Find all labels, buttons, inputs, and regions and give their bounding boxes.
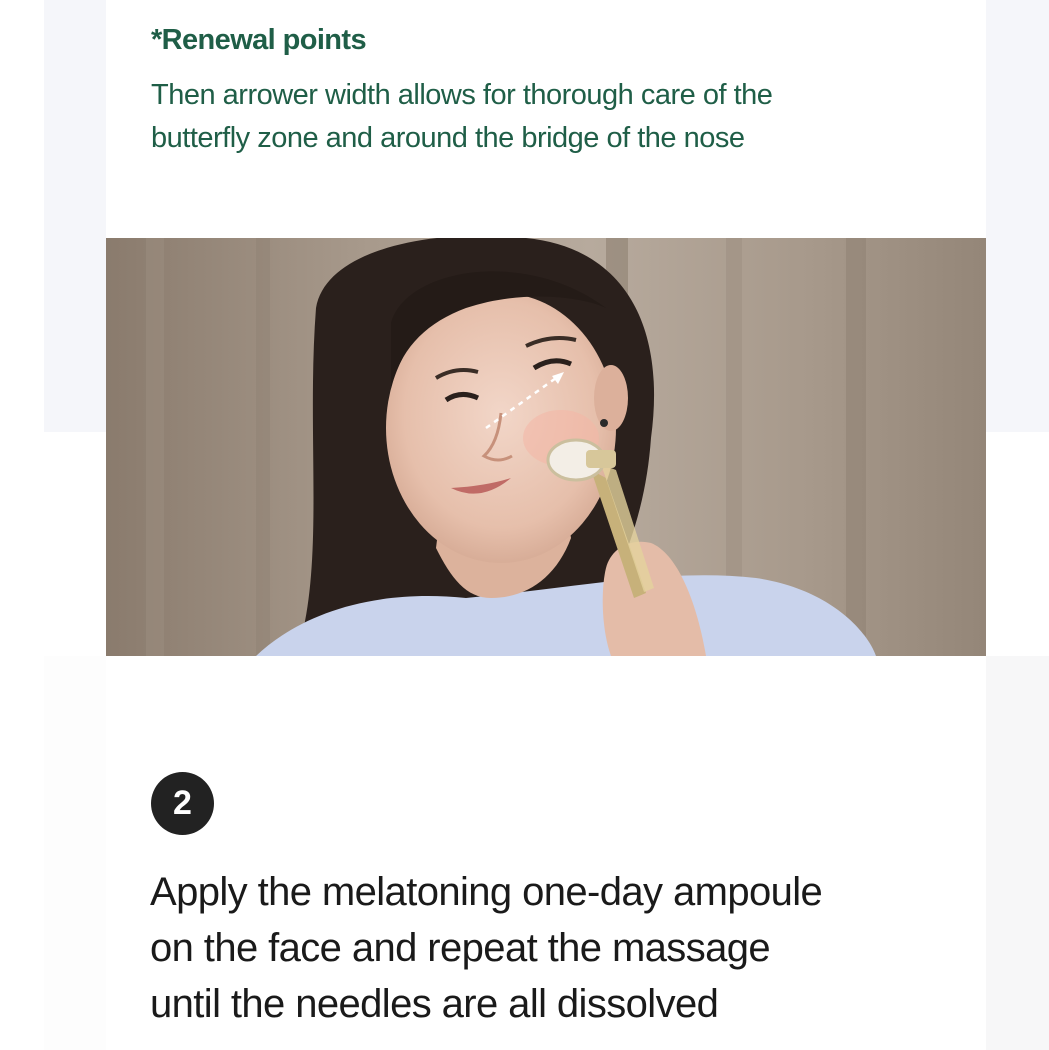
renewal-points-description: Then arrower width allows for thorough c… xyxy=(151,74,911,160)
step-instruction-line: Apply the melatoning one-day ampoule xyxy=(150,870,823,914)
step-number-badge: 2 xyxy=(151,772,214,835)
step-instruction-line: on the face and repeat the massage xyxy=(150,926,771,970)
background-panel-left xyxy=(44,0,106,432)
step-instruction-line: until the needles are all dissolved xyxy=(150,982,719,1026)
background-panel-right xyxy=(986,0,1049,432)
step-instruction: Apply the melatoning one-day ampoule on … xyxy=(150,864,950,1032)
renewal-description-line: Then arrower width allows for thorough c… xyxy=(151,79,773,111)
background-panel-lower-left xyxy=(44,656,106,1050)
photo-illustration xyxy=(106,238,986,656)
product-usage-photo xyxy=(106,238,986,656)
page-margin xyxy=(0,0,44,432)
renewal-points-title: *Renewal points xyxy=(151,24,367,56)
background-panel-lower-right xyxy=(986,656,1049,1050)
renewal-description-line: butterfly zone and around the bridge of … xyxy=(151,122,745,154)
